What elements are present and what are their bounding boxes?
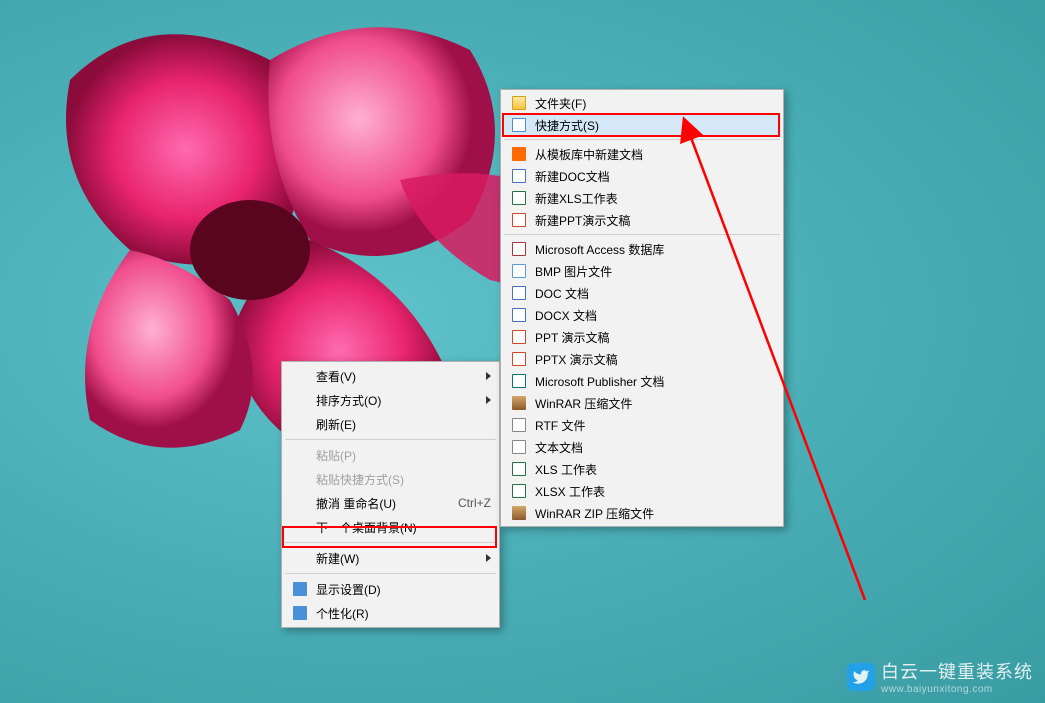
access-icon xyxy=(511,241,527,257)
submenu-item-winrar[interactable]: WinRAR 压缩文件 xyxy=(503,392,781,414)
chevron-right-icon xyxy=(486,554,491,562)
winrar-zip-icon xyxy=(511,505,527,521)
submenu-item-template[interactable]: 从模板库中新建文档 xyxy=(503,143,781,165)
chevron-right-icon xyxy=(486,396,491,404)
submenu-item-rtf[interactable]: RTF 文件 xyxy=(503,414,781,436)
rtf-icon xyxy=(511,417,527,433)
submenu-item-new-doc[interactable]: 新建DOC文档 xyxy=(503,165,781,187)
new-submenu: 文件夹(F) 快捷方式(S) 从模板库中新建文档 新建DOC文档 新建XLS工作… xyxy=(500,89,784,527)
xlsx-icon xyxy=(511,483,527,499)
submenu-item-docx[interactable]: DOCX 文档 xyxy=(503,304,781,326)
submenu-item-new-xls[interactable]: 新建XLS工作表 xyxy=(503,187,781,209)
menu-separator xyxy=(504,139,780,140)
watermark-brand: 白云一键重装系统 xyxy=(881,662,1033,682)
menu-item-view[interactable]: 查看(V) xyxy=(284,364,497,388)
menu-item-display-settings[interactable]: 显示设置(D) xyxy=(284,577,497,601)
menu-item-paste: 粘贴(P) xyxy=(284,443,497,467)
menu-item-refresh[interactable]: 刷新(E) xyxy=(284,412,497,436)
template-icon xyxy=(511,146,527,162)
chevron-right-icon xyxy=(486,372,491,380)
xls-icon xyxy=(511,190,527,206)
publisher-icon xyxy=(511,373,527,389)
doc-icon xyxy=(511,168,527,184)
menu-separator xyxy=(285,439,496,440)
menu-item-paste-shortcut: 粘贴快捷方式(S) xyxy=(284,467,497,491)
menu-item-new[interactable]: 新建(W) xyxy=(284,546,497,570)
submenu-item-xlsx[interactable]: XLSX 工作表 xyxy=(503,480,781,502)
menu-item-sort[interactable]: 排序方式(O) xyxy=(284,388,497,412)
monitor-icon xyxy=(292,581,308,597)
watermark-logo-icon xyxy=(847,663,875,691)
menu-item-personalize[interactable]: 个性化(R) xyxy=(284,601,497,625)
submenu-item-ppt2[interactable]: PPT 演示文稿 xyxy=(503,326,781,348)
submenu-item-xls2[interactable]: XLS 工作表 xyxy=(503,458,781,480)
docx-icon xyxy=(511,307,527,323)
winrar-icon xyxy=(511,395,527,411)
submenu-item-pptx[interactable]: PPTX 演示文稿 xyxy=(503,348,781,370)
xls-icon xyxy=(511,461,527,477)
menu-separator xyxy=(285,573,496,574)
menu-item-undo-rename[interactable]: 撤消 重命名(U) Ctrl+Z xyxy=(284,491,497,515)
watermark-url: www.baiyunxitong.com xyxy=(881,684,1033,695)
submenu-item-publisher[interactable]: Microsoft Publisher 文档 xyxy=(503,370,781,392)
menu-separator xyxy=(504,234,780,235)
folder-icon xyxy=(511,95,527,111)
menu-separator xyxy=(285,542,496,543)
ppt-icon xyxy=(511,329,527,345)
desktop-context-menu: 查看(V) 排序方式(O) 刷新(E) 粘贴(P) 粘贴快捷方式(S) 撤消 重… xyxy=(281,361,500,628)
bmp-icon xyxy=(511,263,527,279)
pptx-icon xyxy=(511,351,527,367)
submenu-item-access[interactable]: Microsoft Access 数据库 xyxy=(503,238,781,260)
doc-icon xyxy=(511,285,527,301)
txt-icon xyxy=(511,439,527,455)
menu-item-next-wallpaper[interactable]: 下一个桌面背景(N) xyxy=(284,515,497,539)
submenu-item-bmp[interactable]: BMP 图片文件 xyxy=(503,260,781,282)
submenu-item-shortcut[interactable]: 快捷方式(S) xyxy=(503,114,781,136)
submenu-item-new-ppt[interactable]: 新建PPT演示文稿 xyxy=(503,209,781,231)
watermark: 白云一键重装系统 www.baiyunxitong.com xyxy=(847,658,1033,695)
submenu-item-folder[interactable]: 文件夹(F) xyxy=(503,92,781,114)
personalize-icon xyxy=(292,605,308,621)
ppt-icon xyxy=(511,212,527,228)
submenu-item-txt[interactable]: 文本文档 xyxy=(503,436,781,458)
submenu-item-winrar-zip[interactable]: WinRAR ZIP 压缩文件 xyxy=(503,502,781,524)
submenu-item-doc[interactable]: DOC 文档 xyxy=(503,282,781,304)
shortcut-icon xyxy=(511,117,527,133)
